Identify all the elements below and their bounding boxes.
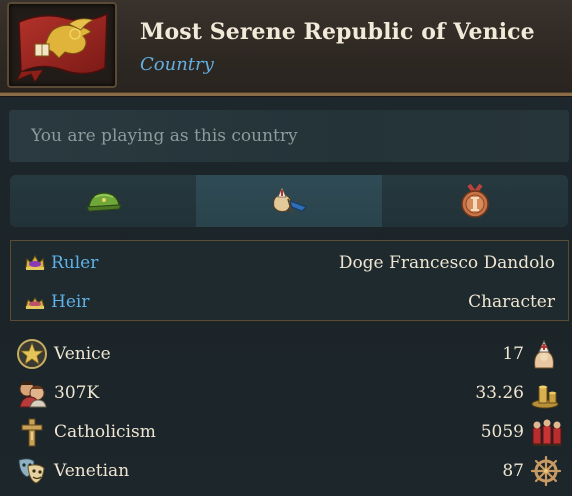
country-panel: Most Serene Republic of Venice Country Y… — [0, 0, 572, 496]
soldiers-icon — [532, 419, 562, 446]
government-box: Ruler Doge Francesco Dandolo Heir Charac… — [10, 240, 569, 321]
coronet-icon — [25, 297, 45, 309]
religion-row[interactable]: Catholicism 5059 — [0, 413, 572, 452]
country-title: Most Serene Republic of Venice — [140, 19, 535, 45]
capital-row[interactable]: Venice 17 — [0, 335, 572, 374]
military-helmet-icon — [86, 192, 122, 212]
population-count: 307K — [54, 383, 100, 403]
heir-name[interactable]: Character — [468, 292, 555, 312]
culture-masks-icon — [18, 458, 45, 484]
crown-icon — [25, 254, 45, 270]
ruler-name[interactable]: Doge Francesco Dandolo — [339, 253, 555, 273]
ship-wheel-icon — [530, 455, 562, 487]
tab-military[interactable] — [10, 175, 196, 227]
venice-flag-icon — [15, 12, 108, 82]
medal-icon — [461, 183, 489, 218]
tab-bar — [10, 175, 568, 227]
tab-diplomacy[interactable] — [196, 175, 382, 227]
country-type-label: Country — [140, 54, 214, 75]
country-flag[interactable] — [7, 2, 117, 88]
population-icon — [19, 381, 47, 408]
culture-row[interactable]: Venetian 87 — [0, 452, 572, 491]
heir-row[interactable]: Heir Character — [11, 282, 568, 321]
gold-value: 33.26 — [475, 383, 524, 403]
diplomacy-envoy-icon — [273, 187, 307, 214]
population-row[interactable]: 307K 33.26 — [0, 374, 572, 413]
clergy-icon — [534, 339, 554, 369]
religion-name: Catholicism — [54, 422, 156, 442]
religion-cross-icon — [21, 418, 43, 447]
capital-name: Venice — [54, 344, 111, 364]
playing-as-banner: You are playing as this country — [9, 110, 569, 162]
playing-as-text: You are playing as this country — [31, 126, 298, 146]
clergy-value: 17 — [502, 344, 524, 364]
culture-name: Venetian — [54, 461, 130, 481]
manpower-value: 5059 — [480, 422, 524, 442]
naval-value: 87 — [502, 461, 524, 481]
tab-honors[interactable] — [382, 175, 568, 227]
gold-coins-icon — [531, 385, 559, 409]
heir-label: Heir — [51, 292, 90, 312]
country-header: Most Serene Republic of Venice Country — [0, 0, 572, 96]
ruler-row[interactable]: Ruler Doge Francesco Dandolo — [11, 243, 568, 282]
capital-star-icon — [17, 339, 47, 369]
ruler-label: Ruler — [51, 253, 99, 273]
